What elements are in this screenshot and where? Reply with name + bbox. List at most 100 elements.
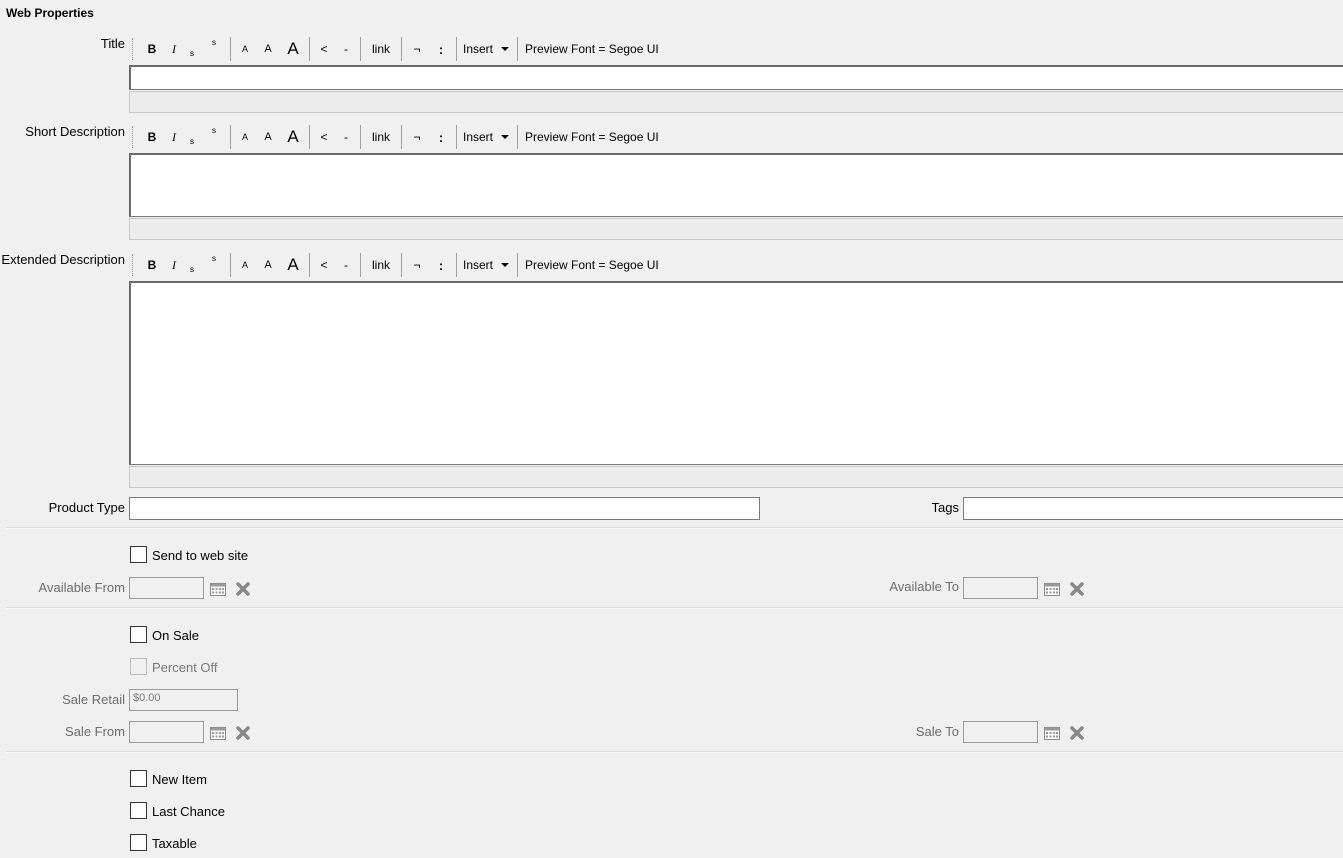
chevron-down-icon	[501, 135, 510, 139]
font-size-large-button[interactable]: A	[280, 126, 306, 148]
insert-label: Insert	[463, 258, 494, 272]
superscript-button[interactable]: s	[201, 254, 227, 276]
outdent-button[interactable]: <	[313, 126, 335, 148]
insert-dropdown[interactable]: Insert	[460, 126, 514, 148]
toolbar-grip[interactable]	[132, 38, 135, 60]
subscript-button[interactable]: s	[183, 126, 201, 148]
bold-button[interactable]: B	[139, 38, 165, 60]
short-description-editor[interactable]	[129, 153, 1343, 217]
colon-button[interactable]: :	[429, 254, 453, 276]
calendar-icon[interactable]	[210, 582, 226, 596]
insert-label: Insert	[463, 130, 494, 144]
toolbar-separator	[401, 253, 402, 277]
product-type-input[interactable]	[129, 497, 760, 520]
calendar-icon[interactable]	[210, 726, 226, 740]
link-button[interactable]: link	[364, 126, 398, 148]
font-size-large-button[interactable]: A	[280, 38, 306, 60]
last-chance-checkbox[interactable]	[130, 802, 147, 819]
colon-button[interactable]: :	[429, 38, 453, 60]
send-to-web-checkbox[interactable]	[130, 546, 147, 563]
font-size-small-button[interactable]: A	[234, 38, 256, 60]
preview-font-label: Preview Font = Segoe UI	[525, 42, 659, 56]
sale-retail-label: Sale Retail	[62, 692, 125, 707]
sale-to-input[interactable]	[963, 721, 1038, 743]
extended-description-label: Extended Description	[1, 252, 125, 267]
bold-button[interactable]: B	[139, 126, 165, 148]
new-item-label: New Item	[152, 772, 207, 787]
sale-from-input[interactable]	[129, 721, 204, 743]
product-type-label: Product Type	[48, 500, 125, 515]
sale-retail-input[interactable]: $0.00	[129, 689, 238, 711]
toolbar-separator	[230, 37, 231, 61]
font-size-small-button[interactable]: A	[234, 126, 256, 148]
taxable-label: Taxable	[152, 836, 197, 851]
insert-dropdown[interactable]: Insert	[460, 38, 514, 60]
clear-x-icon[interactable]	[235, 581, 251, 597]
italic-button[interactable]: I	[165, 126, 183, 148]
on-sale-label: On Sale	[152, 628, 199, 643]
taxable-checkbox[interactable]	[130, 834, 147, 851]
last-chance-label: Last Chance	[152, 804, 225, 819]
calendar-icon[interactable]	[1044, 726, 1060, 740]
clear-x-icon[interactable]	[1069, 725, 1085, 741]
section-title: Web Properties	[6, 6, 94, 20]
colon-button[interactable]: :	[429, 126, 453, 148]
bold-button[interactable]: B	[139, 254, 165, 276]
superscript-button[interactable]: s	[201, 38, 227, 60]
available-from-input[interactable]	[129, 577, 204, 599]
toolbar-separator	[517, 125, 518, 149]
extended-description-editor[interactable]	[129, 281, 1343, 465]
new-item-checkbox[interactable]	[130, 770, 147, 787]
superscript-button[interactable]: s	[201, 126, 227, 148]
italic-button[interactable]: I	[165, 254, 183, 276]
toolbar-grip[interactable]	[132, 126, 135, 148]
sale-from-label: Sale From	[65, 724, 125, 739]
toolbar-separator	[230, 125, 231, 149]
chevron-down-icon	[501, 263, 510, 267]
horizontal-rule-button[interactable]: -	[335, 126, 357, 148]
not-symbol-button[interactable]: ¬	[405, 254, 429, 276]
toolbar-grip[interactable]	[132, 254, 135, 276]
subscript-button[interactable]: s	[183, 38, 201, 60]
not-symbol-button[interactable]: ¬	[405, 126, 429, 148]
font-size-large-button[interactable]: A	[280, 254, 306, 276]
not-symbol-button[interactable]: ¬	[405, 38, 429, 60]
title-editor-statusbar	[129, 91, 1343, 113]
font-size-small-button[interactable]: A	[234, 254, 256, 276]
section-divider	[6, 607, 1343, 609]
font-size-medium-button[interactable]: A	[256, 38, 280, 60]
horizontal-rule-button[interactable]: -	[335, 38, 357, 60]
toolbar-separator	[230, 253, 231, 277]
italic-button[interactable]: I	[165, 38, 183, 60]
toolbar-separator	[360, 125, 361, 149]
extended-description-statusbar	[129, 466, 1343, 488]
title-toolbar: B I s s A A A < - link ¬ : Insert Previe…	[132, 35, 659, 63]
insert-dropdown[interactable]: Insert	[460, 254, 514, 276]
outdent-button[interactable]: <	[313, 254, 335, 276]
link-button[interactable]: link	[364, 254, 398, 276]
subscript-button[interactable]: s	[183, 254, 201, 276]
extended-description-toolbar: B I s s A A A < - link ¬ : Insert Previe…	[132, 251, 659, 279]
short-description-toolbar: B I s s A A A < - link ¬ : Insert Previe…	[132, 123, 659, 151]
percent-off-label: Percent Off	[152, 660, 218, 675]
percent-off-checkbox[interactable]	[130, 658, 147, 675]
toolbar-separator	[456, 253, 457, 277]
horizontal-rule-button[interactable]: -	[335, 254, 357, 276]
available-from-label: Available From	[38, 580, 125, 595]
tags-input[interactable]	[963, 497, 1343, 520]
clear-x-icon[interactable]	[1069, 581, 1085, 597]
sale-to-label: Sale To	[915, 724, 959, 739]
outdent-button[interactable]: <	[313, 38, 335, 60]
font-size-medium-button[interactable]: A	[256, 126, 280, 148]
short-description-label: Short Description	[25, 124, 125, 139]
on-sale-checkbox[interactable]	[130, 626, 147, 643]
section-divider	[6, 751, 1343, 753]
calendar-icon[interactable]	[1044, 582, 1060, 596]
toolbar-separator	[309, 37, 310, 61]
link-button[interactable]: link	[364, 38, 398, 60]
font-size-medium-button[interactable]: A	[256, 254, 280, 276]
title-editor[interactable]	[129, 65, 1343, 90]
clear-x-icon[interactable]	[235, 725, 251, 741]
available-to-input[interactable]	[963, 577, 1038, 599]
title-label: Title	[100, 36, 125, 51]
